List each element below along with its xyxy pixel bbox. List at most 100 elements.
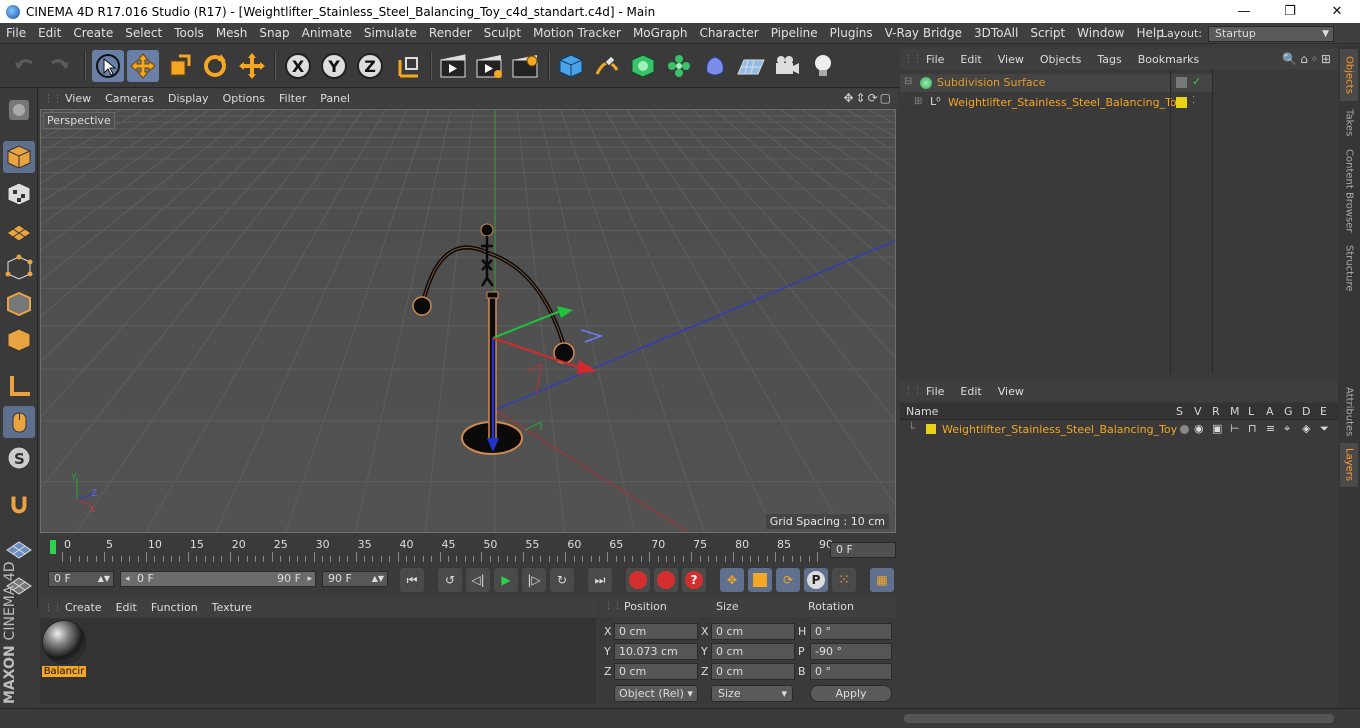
layer-menu-file[interactable]: File [918, 385, 952, 398]
menu-script[interactable]: Script [1024, 26, 1071, 40]
coordinate-mode-dropdown[interactable]: Object (Rel) ▾ [614, 685, 698, 702]
deformer-icon[interactable]: ◈ [1302, 422, 1310, 435]
tab-takes[interactable]: Takes [1340, 105, 1358, 141]
previous-frame-button[interactable]: ◁| [466, 568, 490, 592]
object-row-subdivision[interactable]: ⊟ Subdivision Surface [900, 74, 1170, 92]
rotation-h-field[interactable]: 0 ° [810, 623, 892, 640]
menu-pipeline[interactable]: Pipeline [765, 26, 824, 40]
redo-button[interactable] [44, 50, 76, 82]
end-frame-field[interactable]: 90 F ▲▼ [322, 571, 388, 587]
timeline-ruler[interactable]: 0 5 10 15 20 25 30 35 40 45 50 55 60 65 70 75 80 85 90 [40, 536, 898, 564]
tweak-mode-button[interactable] [3, 406, 35, 438]
key-scale-button[interactable] [748, 568, 772, 592]
coordinate-system-button[interactable] [392, 50, 424, 82]
material-menu-texture[interactable]: Texture [205, 601, 259, 614]
keyframe-selection-button[interactable]: ? [682, 568, 706, 592]
record-keys-button[interactable] [626, 568, 650, 592]
apply-button[interactable]: Apply [810, 685, 892, 702]
go-to-end-button[interactable]: ⏭ [588, 568, 612, 592]
menu-snap[interactable]: Snap [253, 26, 295, 40]
menu-edit[interactable]: Edit [32, 26, 67, 40]
key-position-button[interactable]: ✥ [720, 568, 744, 592]
timeline-window-button[interactable]: ▦ [870, 568, 894, 592]
start-frame-field[interactable]: 0 F ▲▼ [48, 571, 114, 587]
menu-simulate[interactable]: Simulate [358, 26, 423, 40]
solo-toggle-icon[interactable] [1180, 425, 1189, 434]
position-y-field[interactable]: 10.073 cm [614, 643, 698, 660]
next-key-button[interactable]: ↻ [550, 568, 574, 592]
material-menu-function[interactable]: Function [144, 601, 205, 614]
menu-render[interactable]: Render [423, 26, 478, 40]
viewport-menu-options[interactable]: Options [216, 92, 272, 105]
viewport-menu-cameras[interactable]: Cameras [98, 92, 161, 105]
menu-vray-bridge[interactable]: V-Ray Bridge [879, 26, 968, 40]
layer-menu-edit[interactable]: Edit [952, 385, 989, 398]
transform-tool-button[interactable] [236, 50, 268, 82]
check-icon[interactable]: ✓ [1192, 75, 1201, 88]
viewport-menu-panel[interactable]: Panel [313, 92, 357, 105]
previous-key-button[interactable]: ↺ [438, 568, 462, 592]
viewport-menu-view[interactable]: View [58, 92, 98, 105]
rotate-tool-button[interactable] [199, 50, 231, 82]
menu-window[interactable]: Window [1071, 26, 1130, 40]
menu-plugins[interactable]: Plugins [824, 26, 879, 40]
menu-create[interactable]: Create [67, 26, 119, 40]
object-menu-file[interactable]: File [918, 53, 952, 66]
add-camera-button[interactable] [771, 50, 803, 82]
z-axis-lock-button[interactable]: Z [354, 50, 386, 82]
workplane-mode-button[interactable] [3, 215, 35, 247]
next-frame-button[interactable]: |▷ [522, 568, 546, 592]
generator-icon[interactable]: ⌖ [1284, 422, 1290, 436]
layout-dropdown[interactable]: Startup ▼ [1208, 26, 1334, 42]
snap-button[interactable] [3, 488, 35, 520]
render-settings-button[interactable] [509, 50, 541, 82]
animation-icon[interactable]: ≡ [1266, 422, 1275, 435]
key-rotation-button[interactable]: ⟳ [776, 568, 800, 592]
menu-file[interactable]: File [0, 26, 32, 40]
collapse-icon[interactable]: ⊟ [904, 76, 912, 87]
render-clapper-icon[interactable]: ▣ [1212, 422, 1222, 435]
go-to-start-button[interactable]: ⏮ [400, 568, 424, 592]
live-selection-button[interactable] [92, 50, 124, 82]
material-menu-edit[interactable]: Edit [109, 601, 144, 614]
layer-color-swatch[interactable] [926, 424, 936, 434]
menu-mograph[interactable]: MoGraph [627, 26, 694, 40]
play-button[interactable]: ▶ [494, 568, 518, 592]
object-row-weightlifter[interactable]: ⊞ L⁰ Weightlifter_Stainless_Steel_Balanc… [900, 94, 1183, 112]
object-menu-bookmarks[interactable]: Bookmarks [1130, 53, 1207, 66]
rotation-p-field[interactable]: -90 ° [810, 643, 892, 660]
add-deformer-button[interactable] [699, 50, 731, 82]
menu-sculpt[interactable]: Sculpt [478, 26, 527, 40]
add-cube-button[interactable] [555, 50, 587, 82]
viewport-navigation-icons[interactable]: ✥⇕⟳▢ [843, 91, 893, 105]
viewport-menu-display[interactable]: Display [161, 92, 216, 105]
axis-mode-button[interactable] [3, 370, 35, 402]
menu-select[interactable]: Select [119, 26, 168, 40]
tab-layers[interactable]: Layers [1340, 443, 1358, 487]
visibility-toggle[interactable] [1176, 77, 1187, 88]
add-environment-button[interactable] [735, 50, 767, 82]
visibility-dots-icon[interactable]: ⁚ [1192, 95, 1195, 106]
scale-tool-button[interactable] [163, 50, 195, 82]
key-pla-button[interactable]: ⁙ [832, 568, 856, 592]
menu-character[interactable]: Character [693, 26, 764, 40]
solo-mode-button[interactable]: S [3, 442, 35, 474]
object-menu-tags[interactable]: Tags [1089, 53, 1129, 66]
move-tool-button[interactable] [127, 50, 159, 82]
tab-objects[interactable]: Objects [1340, 49, 1358, 101]
menu-tools[interactable]: Tools [168, 26, 210, 40]
tab-content-browser[interactable]: Content Browser [1340, 145, 1358, 237]
tab-structure[interactable]: Structure [1340, 241, 1358, 295]
horizontal-scrollbar[interactable] [904, 714, 1334, 723]
size-y-field[interactable]: 0 cm [711, 643, 795, 660]
add-light-button[interactable] [807, 50, 839, 82]
material-menu-create[interactable]: Create [58, 601, 109, 614]
size-mode-dropdown[interactable]: Size ▾ [711, 685, 793, 702]
3d-viewport[interactable]: Y Z X Perspective Grid Spacing : 10 cm [40, 109, 896, 533]
polygons-mode-button[interactable] [3, 324, 35, 356]
make-editable-button[interactable] [3, 94, 35, 126]
model-mode-button[interactable] [3, 141, 35, 173]
position-z-field[interactable]: 0 cm [614, 663, 698, 680]
lock-icon[interactable]: ⊓ [1248, 422, 1257, 435]
close-button[interactable]: ✕ [1314, 0, 1360, 23]
